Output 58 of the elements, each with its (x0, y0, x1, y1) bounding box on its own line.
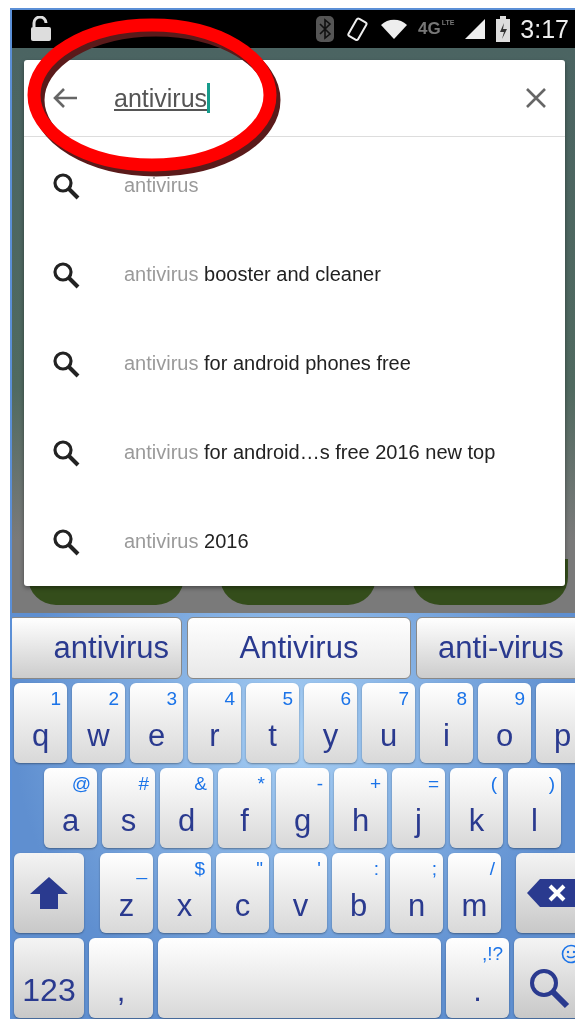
search-key[interactable] (514, 938, 575, 1018)
battery-charging-icon (496, 16, 511, 42)
key[interactable]: , (89, 938, 153, 1018)
up-arrow-icon (29, 876, 69, 910)
wifi-icon (379, 18, 408, 40)
key[interactable]: : b (332, 853, 385, 933)
key[interactable]: $ x (158, 853, 211, 933)
clock: 3:17 (520, 14, 569, 44)
key[interactable]: 6 y (304, 683, 357, 763)
key[interactable]: _ z (100, 853, 153, 933)
key[interactable]: = j (392, 768, 445, 848)
signal-icon (464, 18, 487, 40)
word-suggestion[interactable]: antivirus (12, 617, 182, 679)
key[interactable]: ; n (390, 853, 443, 933)
unlocked-padlock-icon (30, 16, 52, 42)
search-icon (52, 260, 80, 289)
search-icon (52, 438, 80, 467)
search-suggestion[interactable]: antivirus for android…s free 2016 new top (124, 441, 496, 464)
network-type: 4G (417, 19, 441, 39)
search-suggestion[interactable]: antivirus booster and cleaner (124, 263, 381, 286)
key[interactable]: 4 r (188, 683, 241, 763)
key[interactable]: * f (218, 768, 271, 848)
key[interactable]: # s (102, 768, 155, 848)
key[interactable]: 3 e (130, 683, 183, 763)
key[interactable]: ( k (450, 768, 503, 848)
key[interactable]: + h (334, 768, 387, 848)
bluetooth-icon (315, 16, 334, 42)
search-icon (52, 349, 80, 378)
key[interactable]: @ a (44, 768, 97, 848)
search-icon (52, 171, 80, 200)
key[interactable]: ' v (274, 853, 327, 933)
search-field[interactable]: antivirus (114, 78, 525, 118)
key[interactable]: ) l (508, 768, 561, 848)
search-suggestion[interactable]: antivirus for android phones free (124, 352, 411, 375)
back-arrow-icon[interactable] (52, 87, 78, 109)
key[interactable]: ,!? . (446, 938, 509, 1018)
shift-key[interactable] (14, 853, 84, 933)
backspace-key[interactable] (516, 853, 575, 933)
key[interactable]: 9 o (478, 683, 531, 763)
key[interactable]: 2 w (72, 683, 125, 763)
mode-key[interactable]: 123 (14, 938, 84, 1018)
key[interactable]: 8 i (420, 683, 473, 763)
search-icon (528, 967, 570, 1009)
search-suggestion[interactable]: antivirus 2016 (124, 530, 249, 553)
close-icon[interactable] (525, 87, 547, 109)
key[interactable]: - g (276, 768, 329, 848)
key[interactable]: 1 q (14, 683, 67, 763)
backspace-icon (526, 878, 575, 908)
key[interactable]: p (536, 683, 575, 763)
key[interactable]: / m (448, 853, 501, 933)
key[interactable]: & d (160, 768, 213, 848)
word-suggestion[interactable]: Antivirus (187, 617, 411, 679)
word-suggestion[interactable]: anti-virus (416, 617, 575, 679)
key[interactable]: 5 t (246, 683, 299, 763)
smiley-icon (561, 944, 575, 964)
key[interactable]: 7 u (362, 683, 415, 763)
key[interactable]: " c (216, 853, 269, 933)
search-icon (52, 527, 80, 556)
